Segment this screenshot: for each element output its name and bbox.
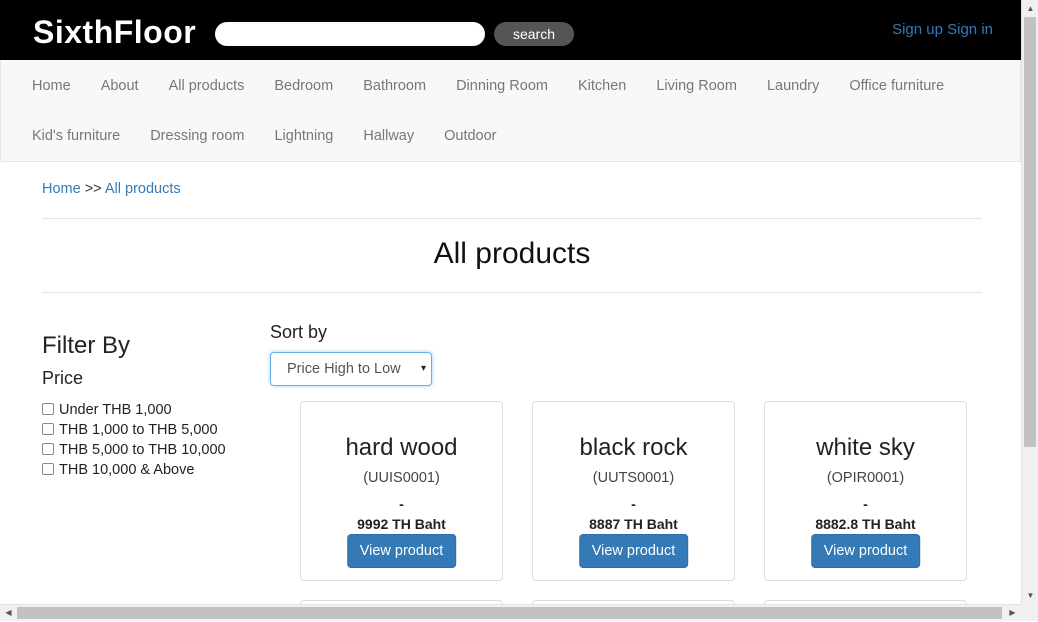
checkbox[interactable] xyxy=(42,403,54,415)
signup-link[interactable]: Sign up xyxy=(892,21,943,38)
nav-item-kids-furniture[interactable]: Kid's furniture xyxy=(17,110,135,160)
price-filter-label: Under THB 1,000 xyxy=(59,402,172,418)
sort-label: Sort by xyxy=(270,322,328,342)
divider xyxy=(42,292,982,293)
product-name: hard wood xyxy=(345,434,458,461)
checkbox[interactable] xyxy=(42,463,54,475)
category-navbar: Home About All products Bedroom Bathroom… xyxy=(0,60,1021,162)
scrollbar-thumb[interactable] xyxy=(17,607,1002,619)
nav-item-home[interactable]: Home xyxy=(17,60,86,110)
product-card: black rock (UUTS0001) - 8887 TH Baht Vie… xyxy=(532,401,735,581)
sort-selected-value: Price High to Low xyxy=(287,361,401,377)
breadcrumb-separator: >> xyxy=(84,181,102,197)
breadcrumb: Home >> All products xyxy=(42,181,181,197)
search-input[interactable] xyxy=(215,22,485,46)
horizontal-scrollbar[interactable]: ◀ ▶ xyxy=(0,604,1021,621)
auth-links: Sign up Sign in xyxy=(892,21,993,38)
nav-item-bedroom[interactable]: Bedroom xyxy=(259,60,348,110)
price-filter-option[interactable]: THB 5,000 to THB 10,000 xyxy=(42,440,226,460)
product-card: white sky (OPIR0001) - 8882.8 TH Baht Vi… xyxy=(764,401,967,581)
price-filter-option[interactable]: Under THB 1,000 xyxy=(42,400,226,420)
nav-item-living-room[interactable]: Living Room xyxy=(641,60,752,110)
nav-item-about[interactable]: About xyxy=(86,60,154,110)
product-name: white sky xyxy=(816,434,915,461)
nav-item-all-products[interactable]: All products xyxy=(154,60,260,110)
browser-viewport: SixthFloor search Sign up Sign in Home A… xyxy=(0,0,1021,604)
view-product-button[interactable]: View product xyxy=(810,534,921,568)
nav-item-kitchen[interactable]: Kitchen xyxy=(563,60,641,110)
product-price: 8887 TH Baht xyxy=(589,516,678,532)
nav-item-laundry[interactable]: Laundry xyxy=(752,60,834,110)
nav-item-dinning-room[interactable]: Dinning Room xyxy=(441,60,563,110)
scroll-down-icon[interactable]: ▼ xyxy=(1022,587,1038,604)
price-filter-label: THB 10,000 & Above xyxy=(59,462,195,478)
product-code: (UUTS0001) xyxy=(592,470,675,486)
view-product-button[interactable]: View product xyxy=(578,534,689,568)
signin-link[interactable]: Sign in xyxy=(947,21,993,38)
checkbox[interactable] xyxy=(42,443,54,455)
nav-item-outdoor[interactable]: Outdoor xyxy=(429,110,511,160)
page-title: All products xyxy=(433,237,591,270)
product-code: (UUIS0001) xyxy=(363,470,440,486)
nav-item-dressing-room[interactable]: Dressing room xyxy=(135,110,259,160)
scrollbar-corner xyxy=(1021,604,1038,621)
checkbox[interactable] xyxy=(42,423,54,435)
filter-price-heading: Price xyxy=(42,368,84,388)
product-price: 8882.8 TH Baht xyxy=(815,516,916,532)
site-logo[interactable]: SixthFloor xyxy=(33,12,196,52)
scroll-right-icon[interactable]: ▶ xyxy=(1004,605,1021,622)
top-header: SixthFloor search Sign up Sign in xyxy=(0,0,1021,60)
price-filter-label: THB 5,000 to THB 10,000 xyxy=(59,442,226,458)
scroll-left-icon[interactable]: ◀ xyxy=(0,605,17,622)
nav-item-lightning[interactable]: Lightning xyxy=(259,110,348,160)
product-dash: - xyxy=(631,496,636,512)
breadcrumb-home[interactable]: Home xyxy=(42,181,81,197)
nav-row-1: Home About All products Bedroom Bathroom… xyxy=(17,60,959,110)
product-dash: - xyxy=(399,496,404,512)
price-filter-label: THB 1,000 to THB 5,000 xyxy=(59,422,218,438)
breadcrumb-current[interactable]: All products xyxy=(105,181,181,197)
price-filter-list: Under THB 1,000 THB 1,000 to THB 5,000 T… xyxy=(42,400,226,480)
sort-select[interactable]: Price High to Low ▾ xyxy=(270,352,432,386)
nav-item-bathroom[interactable]: Bathroom xyxy=(348,60,441,110)
product-dash: - xyxy=(863,496,868,512)
divider xyxy=(42,218,982,219)
product-code: (OPIR0001) xyxy=(826,470,905,486)
scrollbar-thumb[interactable] xyxy=(1024,17,1036,447)
nav-row-2: Kid's furniture Dressing room Lightning … xyxy=(17,110,512,160)
vertical-scrollbar[interactable]: ▲ ▼ xyxy=(1021,0,1038,604)
view-product-button[interactable]: View product xyxy=(346,534,457,568)
nav-item-office-furniture[interactable]: Office furniture xyxy=(834,60,959,110)
product-card: hard wood (UUIS0001) - 9992 TH Baht View… xyxy=(300,401,503,581)
nav-item-hallway[interactable]: Hallway xyxy=(348,110,429,160)
filter-title: Filter By xyxy=(42,332,131,359)
product-price: 9992 TH Baht xyxy=(357,516,446,532)
chevron-down-icon: ▾ xyxy=(420,363,426,374)
scroll-up-icon[interactable]: ▲ xyxy=(1022,0,1038,17)
price-filter-option[interactable]: THB 1,000 to THB 5,000 xyxy=(42,420,226,440)
price-filter-option[interactable]: THB 10,000 & Above xyxy=(42,460,226,480)
search-button[interactable]: search xyxy=(494,22,574,46)
product-name: black rock xyxy=(579,434,688,461)
